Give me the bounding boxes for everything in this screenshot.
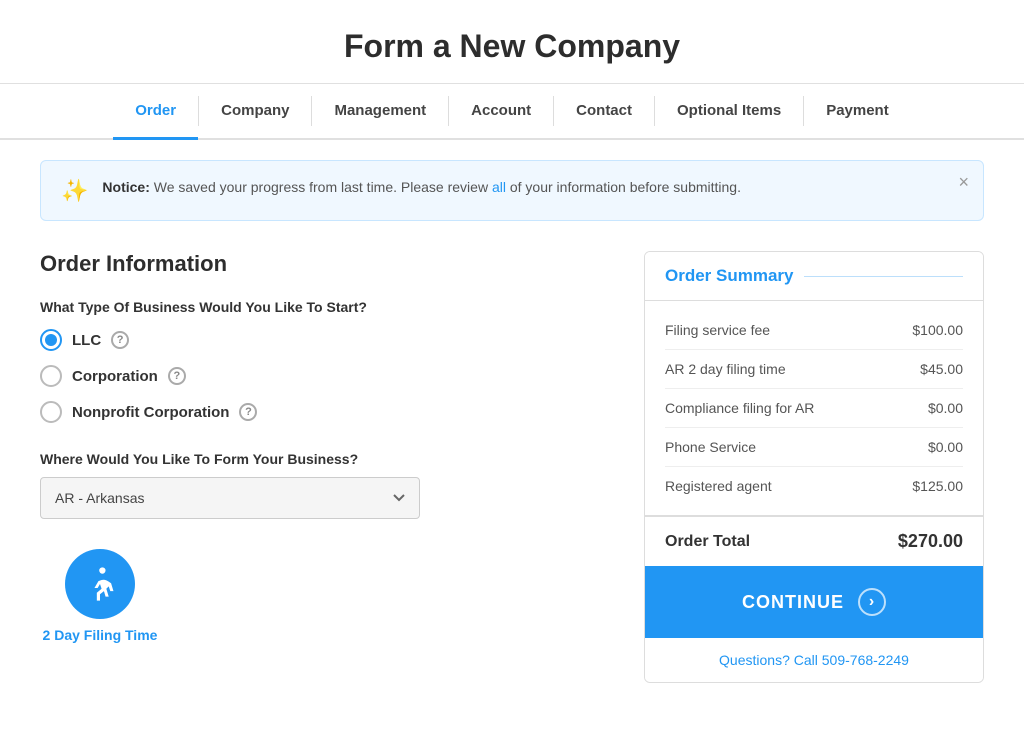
order-item-registered-agent-price: $125.00 [912, 478, 963, 494]
tab-optional-items[interactable]: Optional Items [655, 84, 803, 140]
radio-item-corporation[interactable]: Corporation ? [40, 365, 604, 387]
continue-arrow-icon: › [858, 588, 886, 616]
notice-text-part1: We saved your progress from last time. P… [154, 179, 492, 195]
order-item-phone-price: $0.00 [928, 439, 963, 455]
tab-contact[interactable]: Contact [554, 84, 654, 140]
notice-close-button[interactable]: × [958, 173, 969, 191]
notice-text: Notice: We saved your progress from last… [102, 177, 741, 198]
notice-link[interactable]: all [492, 179, 506, 195]
order-item-registered-agent-name: Registered agent [665, 478, 772, 494]
filing-time-label: 2 Day Filing Time [43, 627, 158, 643]
continue-button[interactable]: CONTINUE › [645, 566, 983, 638]
main-content: Order Information What Type Of Business … [0, 221, 1024, 713]
order-item-registered-agent: Registered agent $125.00 [665, 467, 963, 505]
tab-payment[interactable]: Payment [804, 84, 911, 140]
right-panel: Order Summary Filing service fee $100.00… [644, 251, 984, 683]
questions-footer: Questions? Call 509-768-2249 [645, 638, 983, 682]
radio-item-nonprofit[interactable]: Nonprofit Corporation ? [40, 401, 604, 423]
order-item-phone: Phone Service $0.00 [665, 428, 963, 467]
radio-label-corporation: Corporation [72, 368, 158, 385]
order-summary-box: Order Summary Filing service fee $100.00… [644, 251, 984, 683]
business-type-question: What Type Of Business Would You Like To … [40, 299, 604, 315]
continue-button-label: CONTINUE [742, 592, 844, 613]
order-item-compliance-name: Compliance filing for AR [665, 400, 814, 416]
order-item-filing-time-price: $45.00 [920, 361, 963, 377]
filing-time-badge: 2 Day Filing Time [40, 549, 160, 643]
notice-text-part2: of your information before submitting. [510, 179, 741, 195]
business-type-radio-group: LLC ? Corporation ? Nonprofit Corporatio… [40, 329, 604, 423]
order-item-filing-fee-price: $100.00 [912, 322, 963, 338]
summary-divider-line [804, 276, 964, 277]
radio-item-llc[interactable]: LLC ? [40, 329, 604, 351]
notice-bold: Notice: [102, 179, 149, 195]
radio-label-llc: LLC [72, 332, 101, 349]
filing-time-icon-circle [65, 549, 135, 619]
order-total-row: Order Total $270.00 [645, 515, 983, 566]
nav-tabs: Order Company Management Account Contact… [0, 84, 1024, 140]
page-title: Form a New Company [0, 28, 1024, 65]
notice-icon: ✨ [61, 178, 88, 204]
radio-label-nonprofit: Nonprofit Corporation [72, 404, 229, 421]
tab-order[interactable]: Order [113, 84, 198, 140]
order-items-list: Filing service fee $100.00 AR 2 day fili… [645, 301, 983, 515]
running-person-icon [81, 565, 119, 603]
left-panel: Order Information What Type Of Business … [40, 251, 604, 683]
order-total-label: Order Total [665, 533, 750, 551]
order-item-filing-time: AR 2 day filing time $45.00 [665, 350, 963, 389]
order-item-filing-fee: Filing service fee $100.00 [665, 311, 963, 350]
order-item-compliance: Compliance filing for AR $0.00 [665, 389, 963, 428]
page-header: Form a New Company [0, 0, 1024, 84]
order-item-phone-name: Phone Service [665, 439, 756, 455]
state-question: Where Would You Like To Form Your Busine… [40, 451, 604, 467]
order-info-title: Order Information [40, 251, 604, 277]
help-icon-llc[interactable]: ? [111, 331, 129, 349]
state-select[interactable]: AR - Arkansas AL - Alabama AK - Alaska A… [40, 477, 420, 519]
tab-account[interactable]: Account [449, 84, 553, 140]
notice-banner: ✨ Notice: We saved your progress from la… [40, 160, 984, 221]
order-item-compliance-price: $0.00 [928, 400, 963, 416]
questions-phone-link[interactable]: Questions? Call 509-768-2249 [719, 652, 909, 668]
order-item-filing-time-name: AR 2 day filing time [665, 361, 786, 377]
radio-circle-nonprofit[interactable] [40, 401, 62, 423]
order-summary-header: Order Summary [645, 252, 983, 301]
order-total-price: $270.00 [898, 531, 963, 552]
order-summary-title: Order Summary [665, 266, 794, 286]
radio-circle-llc[interactable] [40, 329, 62, 351]
help-icon-nonprofit[interactable]: ? [239, 403, 257, 421]
tab-company[interactable]: Company [199, 84, 311, 140]
order-item-filing-fee-name: Filing service fee [665, 322, 770, 338]
help-icon-corporation[interactable]: ? [168, 367, 186, 385]
radio-circle-corporation[interactable] [40, 365, 62, 387]
tab-management[interactable]: Management [312, 84, 448, 140]
